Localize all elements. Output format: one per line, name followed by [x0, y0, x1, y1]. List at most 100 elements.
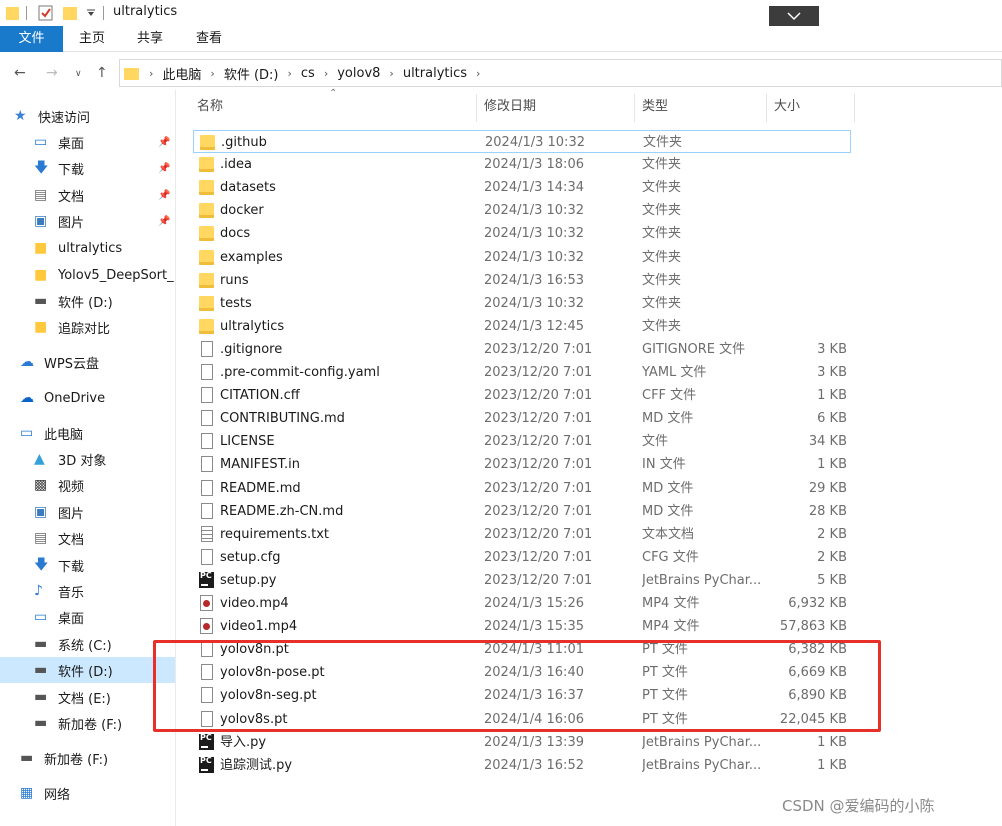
file-row[interactable]: docker 2024/1/3 10:32 文件夹 — [193, 199, 851, 222]
tab-home[interactable]: 主页 — [68, 26, 116, 52]
file-row[interactable]: docs 2024/1/3 10:32 文件夹 — [193, 222, 851, 245]
file-row[interactable]: PC setup.py 2023/12/20 7:01 JetBrains PyCha… — [193, 569, 851, 592]
new-folder-icon[interactable] — [63, 5, 78, 21]
file-row[interactable]: video1.mp4 2024/1/3 15:35 MP4 文件 57,863 KB — [193, 615, 851, 638]
file-row[interactable]: video.mp4 2024/1/3 15:26 MP4 文件 6,932 KB — [193, 592, 851, 615]
chevron-right-icon[interactable]: › — [288, 67, 292, 80]
file-size: 1 KB — [817, 734, 847, 750]
address-field[interactable]: › 此电脑 › 软件 (D:) › cs › yolov8 › ultralyt… — [119, 59, 1002, 87]
file-row[interactable]: LICENSE 2023/12/20 7:01 文件 34 KB — [193, 430, 851, 453]
forward-icon[interactable]: → — [46, 65, 58, 81]
sidebar-item[interactable]: ▣ 图片 — [0, 499, 175, 525]
pin-icon[interactable]: 📌 — [158, 137, 170, 148]
file-date: 2023/12/20 7:01 — [484, 549, 593, 565]
file-name: 导入.py — [220, 734, 267, 750]
column-header-type[interactable]: 类型 — [642, 90, 668, 124]
file-row[interactable]: .gitignore 2023/12/20 7:01 GITIGNORE 文件 3 K… — [193, 338, 851, 361]
file-size: 3 KB — [817, 365, 847, 380]
file-row[interactable]: MANIFEST.in 2023/12/20 7:01 IN 文件 1 KB — [193, 453, 851, 476]
chevron-right-icon[interactable]: › — [476, 67, 480, 80]
drive-icon: ▬ — [34, 662, 48, 678]
recent-locations-icon[interactable]: ∨ — [75, 69, 82, 79]
sidebar-item[interactable]: ■ ultralytics — [0, 235, 175, 261]
sidebar-item[interactable]: 🡇 下载 📌 — [0, 155, 175, 181]
sidebar-item[interactable]: ▭ 此电脑 — [0, 420, 175, 446]
file-type: IN 文件 — [642, 457, 686, 473]
sidebar-item[interactable]: ★ 快速访问 — [0, 103, 175, 129]
file-date: 2024/1/3 10:32 — [484, 295, 584, 311]
file-row[interactable]: examples 2024/1/3 10:32 文件夹 — [193, 246, 851, 269]
sidebar-item[interactable]: ■ Yolov5_DeepSort_ — [0, 262, 175, 288]
file-name: ultralytics — [220, 318, 285, 334]
file-row[interactable]: CITATION.cff 2023/12/20 7:01 CFF 文件 1 KB — [193, 384, 851, 407]
sidebar-item[interactable]: ▬ 系统 (C:) — [0, 631, 175, 657]
sidebar-item[interactable]: ☁ WPS云盘 — [0, 349, 175, 375]
sidebar-item[interactable]: ▣ 图片 📌 — [0, 208, 175, 234]
chevron-right-icon[interactable]: › — [389, 67, 393, 80]
sidebar-item[interactable]: ▬ 文档 (E:) — [0, 684, 175, 710]
sidebar-item[interactable]: ▤ 文档 📌 — [0, 182, 175, 208]
navigation-pane: ★ 快速访问 ▭ 桌面 📌 🡇 下载 📌 ▤ 文档 📌 ▣ 图片 📌 ■ ultralytics ■ Yolov5… — [0, 90, 176, 826]
file-row[interactable]: README.md 2023/12/20 7:01 MD 文件 29 KB — [193, 477, 851, 500]
sidebar-item[interactable]: ▭ 桌面 — [0, 604, 175, 630]
chevron-right-icon[interactable]: › — [210, 67, 214, 80]
column-header-date[interactable]: 修改日期 — [484, 90, 536, 124]
breadcrumb-this-pc[interactable]: 此电脑 — [162, 64, 201, 83]
column-header-name[interactable]: 名称 — [197, 90, 223, 124]
file-row[interactable]: PC 导入.py 2024/1/3 13:39 JetBrains PyChar...… — [193, 731, 851, 754]
sidebar-item[interactable]: ▬ 软件 (D:) — [0, 288, 175, 314]
sidebar-item[interactable]: ▬ 新加卷 (F:) — [0, 745, 175, 771]
sidebar-item[interactable]: ▬ 软件 (D:) — [0, 657, 175, 683]
sidebar-item-label: 系统 (C:) — [58, 638, 112, 654]
file-row[interactable]: requirements.txt 2023/12/20 7:01 文本文档 2 KB — [193, 523, 851, 546]
file-row[interactable]: .pre-commit-config.yaml 2023/12/20 7:01 YA… — [193, 361, 851, 384]
sidebar-item[interactable]: ▦ 网络 — [0, 780, 175, 806]
tab-view[interactable]: 查看 — [185, 26, 233, 52]
pin-icon[interactable]: 📌 — [158, 216, 170, 227]
column-divider[interactable] — [766, 94, 767, 122]
file-row[interactable]: .idea 2024/1/3 18:06 文件夹 — [193, 153, 851, 176]
file-row[interactable]: setup.cfg 2023/12/20 7:01 CFG 文件 2 KB — [193, 546, 851, 569]
sidebar-item[interactable]: ▭ 桌面 📌 — [0, 129, 175, 155]
breadcrumb-drive-d[interactable]: 软件 (D:) — [224, 64, 279, 83]
file-row[interactable]: README.zh-CN.md 2023/12/20 7:01 MD 文件 28 KB — [193, 500, 851, 523]
up-icon[interactable]: ↑ — [96, 65, 108, 81]
music-icon: ♪ — [34, 583, 43, 599]
column-divider[interactable] — [476, 94, 477, 122]
sidebar-item-label: 桌面 — [58, 136, 85, 152]
file-date: 2024/1/3 14:34 — [484, 180, 584, 196]
column-divider[interactable] — [854, 94, 855, 122]
sidebar-item-label: 快速访问 — [38, 110, 91, 126]
back-icon[interactable]: ← — [14, 65, 26, 81]
breadcrumb-yolov8[interactable]: yolov8 — [337, 66, 380, 81]
sidebar-item[interactable]: ▩ 视频 — [0, 472, 175, 498]
sidebar-item[interactable]: ▬ 新加卷 (F:) — [0, 710, 175, 736]
pin-icon[interactable]: 📌 — [158, 190, 170, 201]
file-size — [768, 292, 847, 315]
file-row[interactable]: .github 2024/1/3 10:32 文件夹 — [193, 130, 851, 153]
column-divider[interactable] — [634, 94, 635, 122]
pin-icon[interactable]: 📌 — [158, 163, 170, 174]
file-row[interactable]: CONTRIBUTING.md 2023/12/20 7:01 MD 文件 6 KB — [193, 407, 851, 430]
file-row[interactable]: ultralytics 2024/1/3 12:45 文件夹 — [193, 315, 851, 338]
breadcrumb-ultralytics[interactable]: ultralytics — [403, 66, 467, 81]
file-row[interactable]: PC 追踪测试.py 2024/1/3 16:52 JetBrains PyChar.… — [193, 754, 851, 777]
file-row[interactable]: datasets 2024/1/3 14:34 文件夹 — [193, 176, 851, 199]
tab-share[interactable]: 共享 — [126, 26, 174, 52]
chevron-right-icon[interactable]: › — [149, 67, 153, 80]
column-header-size[interactable]: 大小 — [774, 90, 800, 124]
sidebar-item[interactable]: ▤ 文档 — [0, 525, 175, 551]
tab-file[interactable]: 文件 — [0, 26, 63, 52]
sidebar-item[interactable]: 🡇 下载 — [0, 552, 175, 578]
sidebar-item[interactable]: ☁ OneDrive — [0, 385, 175, 411]
sidebar-item[interactable]: ▲ 3D 对象 — [0, 446, 175, 472]
customize-toolbar-icon[interactable] — [87, 9, 96, 17]
sidebar-item[interactable]: ♪ 音乐 — [0, 578, 175, 604]
file-row[interactable]: tests 2024/1/3 10:32 文件夹 — [193, 292, 851, 315]
properties-icon[interactable] — [38, 5, 54, 21]
file-row[interactable]: runs 2024/1/3 16:53 文件夹 — [193, 269, 851, 292]
file-name: docker — [220, 203, 264, 219]
sidebar-item[interactable]: ■ 追踪对比 — [0, 314, 175, 340]
breadcrumb-cs[interactable]: cs — [301, 66, 315, 81]
chevron-right-icon[interactable]: › — [324, 67, 328, 80]
